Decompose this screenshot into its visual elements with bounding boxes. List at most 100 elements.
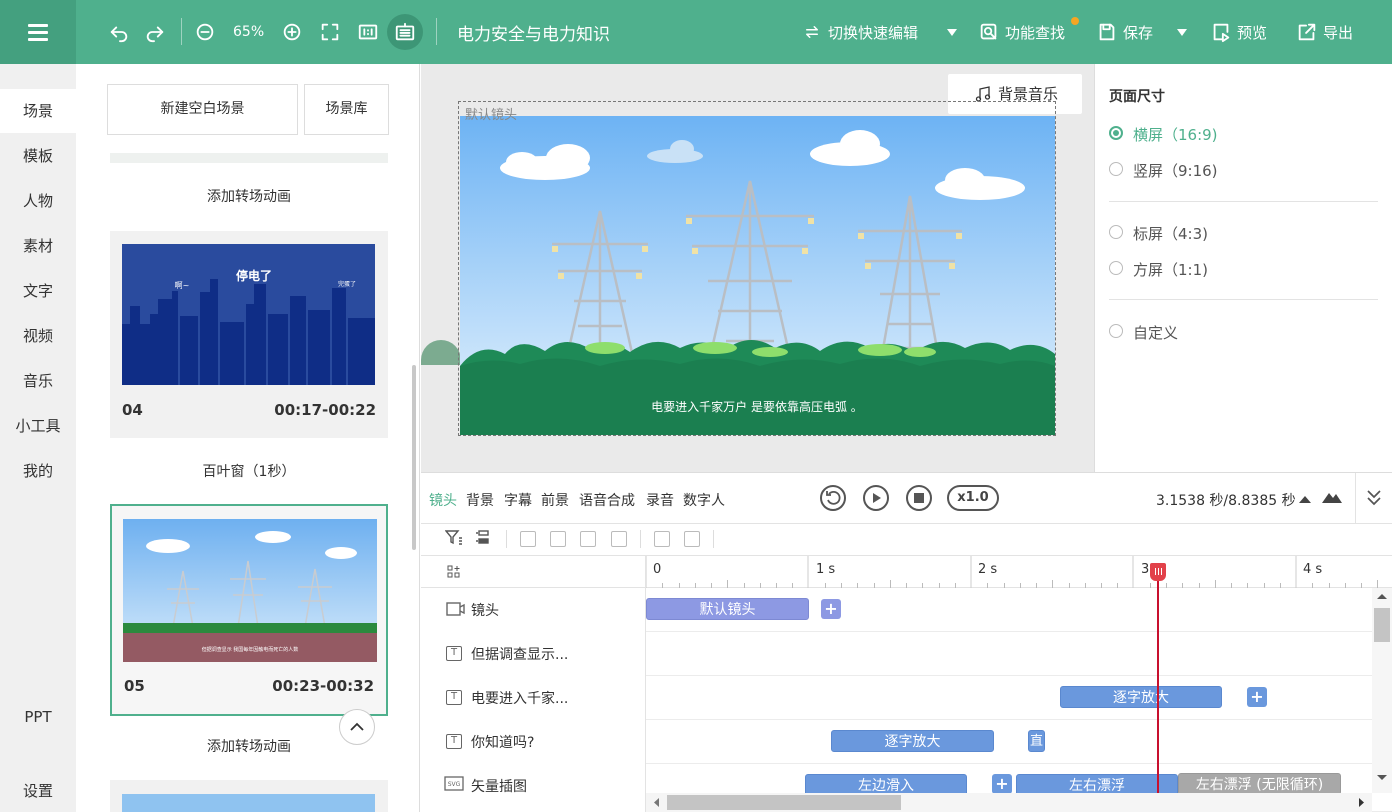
- scene-library-button[interactable]: 场景库: [304, 84, 389, 135]
- option-portrait[interactable]: 竖屏（9:16): [1133, 160, 1218, 181]
- chevron-down-icon[interactable]: [947, 29, 957, 36]
- ruler-corner: [421, 556, 646, 588]
- distribute-icon[interactable]: [580, 531, 596, 547]
- radio-portrait[interactable]: [1109, 162, 1123, 176]
- search-icon: [977, 20, 1001, 44]
- add-clip-button[interactable]: +: [992, 774, 1012, 794]
- tab-tts[interactable]: 语音合成: [579, 490, 635, 510]
- ungroup-icon[interactable]: [684, 531, 700, 547]
- radio-standard[interactable]: [1109, 225, 1123, 239]
- distribute-even-icon[interactable]: [611, 531, 627, 547]
- keyboard-button[interactable]: [387, 14, 423, 50]
- scroll-up-arrow-icon[interactable]: [1376, 592, 1388, 600]
- tab-digital-human[interactable]: 数字人: [683, 490, 725, 510]
- double-chevron-down-icon: [1367, 490, 1381, 506]
- add-clip-button[interactable]: +: [1247, 687, 1267, 707]
- thumb-subtitle: 但据调查显示 我国每年因触电而死亡的人数: [202, 646, 299, 653]
- option-square[interactable]: 方屏（1:1): [1133, 259, 1208, 280]
- clip-float-loop[interactable]: 左右漂浮 (无限循环): [1178, 773, 1341, 795]
- scroll-thumb[interactable]: [667, 795, 901, 810]
- scene-card-04[interactable]: 停电了 啊~ 完蛋了 04 00:17-00:22: [110, 231, 388, 438]
- scroll-down-arrow-icon[interactable]: [1376, 774, 1388, 782]
- tab-foreground[interactable]: 前景: [541, 490, 569, 510]
- ratio-1-1-icon[interactable]: [356, 20, 380, 44]
- scene-card-06[interactable]: [110, 780, 388, 812]
- find-function-button[interactable]: 功能查找: [1005, 22, 1065, 43]
- speed-button[interactable]: x1.0: [947, 485, 999, 511]
- group-icon[interactable]: [654, 531, 670, 547]
- thumb-text-oops: 完蛋了: [338, 280, 356, 288]
- scroll-left-arrow-icon[interactable]: [652, 797, 660, 808]
- option-custom[interactable]: 自定义: [1133, 322, 1178, 343]
- ruler-tick-3: 3: [1141, 562, 1150, 577]
- timeline-horizontal-scrollbar[interactable]: [646, 793, 1372, 812]
- export-button[interactable]: 导出: [1323, 22, 1353, 43]
- nav-item-scene[interactable]: 场景: [0, 89, 76, 133]
- radio-landscape[interactable]: [1109, 126, 1123, 140]
- scroll-thumb[interactable]: [1374, 608, 1390, 642]
- collapse-timeline-button[interactable]: [1355, 473, 1392, 524]
- undo-icon[interactable]: [107, 20, 131, 44]
- tab-camera[interactable]: 镜头: [429, 490, 457, 510]
- zoom-in-timeline-icon[interactable]: [1321, 488, 1343, 504]
- option-landscape[interactable]: 横屏（16:9): [1133, 124, 1218, 145]
- radio-custom[interactable]: [1109, 324, 1123, 338]
- playhead-handle[interactable]: [1150, 563, 1166, 581]
- zoom-out-timeline-icon[interactable]: [1298, 492, 1312, 504]
- add-transition-link[interactable]: 添加转场动画: [110, 186, 388, 206]
- tab-background[interactable]: 背景: [466, 490, 494, 510]
- track-name: 你知道吗?: [471, 735, 535, 751]
- clip-default-camera[interactable]: 默认镜头: [646, 598, 809, 620]
- switch-edit-button[interactable]: 切换快速编辑: [828, 22, 918, 43]
- align-left-icon[interactable]: [520, 531, 536, 547]
- time-ruler[interactable]: [645, 556, 1392, 588]
- nav-item-settings[interactable]: 设置: [0, 769, 76, 812]
- add-transition-link[interactable]: 添加转场动画: [110, 736, 388, 756]
- clip-straight[interactable]: 直: [1028, 730, 1045, 752]
- stop-button[interactable]: [906, 485, 932, 511]
- grid-icon[interactable]: [447, 565, 461, 579]
- tab-subtitle[interactable]: 字幕: [504, 490, 532, 510]
- save-dropdown-icon[interactable]: [1177, 29, 1187, 36]
- save-button[interactable]: 保存: [1123, 22, 1153, 43]
- nav-item-music[interactable]: 音乐: [0, 359, 76, 403]
- preview-button[interactable]: 预览: [1237, 22, 1267, 43]
- time-readout: 3.1538 秒/8.8385 秒: [1156, 493, 1296, 509]
- add-clip-button[interactable]: +: [821, 599, 841, 619]
- camera-icon: [446, 602, 465, 616]
- play-button[interactable]: [863, 485, 889, 511]
- redo-icon[interactable]: [143, 20, 167, 44]
- document-title[interactable]: 电力安全与电力知识: [457, 20, 610, 45]
- nav-item-tools[interactable]: 小工具: [0, 404, 76, 448]
- ruler-tick-0: 0: [653, 562, 662, 577]
- menu-button[interactable]: [0, 0, 76, 64]
- nav-item-text[interactable]: 文字: [0, 269, 76, 313]
- nav-item-material[interactable]: 素材: [0, 224, 76, 268]
- replay-button[interactable]: [820, 485, 846, 511]
- zoom-out-icon[interactable]: [193, 20, 217, 44]
- radio-square[interactable]: [1109, 261, 1123, 275]
- clip-zoom-char[interactable]: 逐字放大: [1060, 686, 1222, 708]
- nav-item-mine[interactable]: 我的: [0, 449, 76, 493]
- scene-card-05[interactable]: 但据调查显示 我国每年因触电而死亡的人数 05 00:23-00:32: [110, 504, 388, 716]
- zoom-level: 65%: [233, 24, 265, 40]
- layers-icon[interactable]: [475, 530, 493, 546]
- scene-panel-scrollbar[interactable]: [412, 365, 416, 550]
- filter-icon[interactable]: [445, 530, 463, 546]
- timeline-vertical-scrollbar[interactable]: [1372, 588, 1392, 793]
- nav-item-character[interactable]: 人物: [0, 179, 76, 223]
- zoom-in-icon[interactable]: [280, 20, 304, 44]
- camera-frame[interactable]: [458, 101, 1056, 436]
- fullscreen-icon[interactable]: [318, 20, 342, 44]
- nav-item-video[interactable]: 视频: [0, 314, 76, 358]
- transition-label[interactable]: 百叶窗（1秒）: [110, 461, 388, 481]
- nav-item-template[interactable]: 模板: [0, 134, 76, 178]
- clip-zoom-char[interactable]: 逐字放大: [831, 730, 994, 752]
- option-standard[interactable]: 标屏（4:3): [1133, 223, 1208, 244]
- preview-icon: [1209, 20, 1233, 44]
- scroll-right-arrow-icon[interactable]: [1358, 797, 1366, 808]
- align-right-icon[interactable]: [550, 531, 566, 547]
- new-blank-scene-button[interactable]: 新建空白场景: [107, 84, 298, 135]
- tab-record[interactable]: 录音: [646, 490, 674, 510]
- nav-item-ppt[interactable]: PPT: [0, 695, 76, 739]
